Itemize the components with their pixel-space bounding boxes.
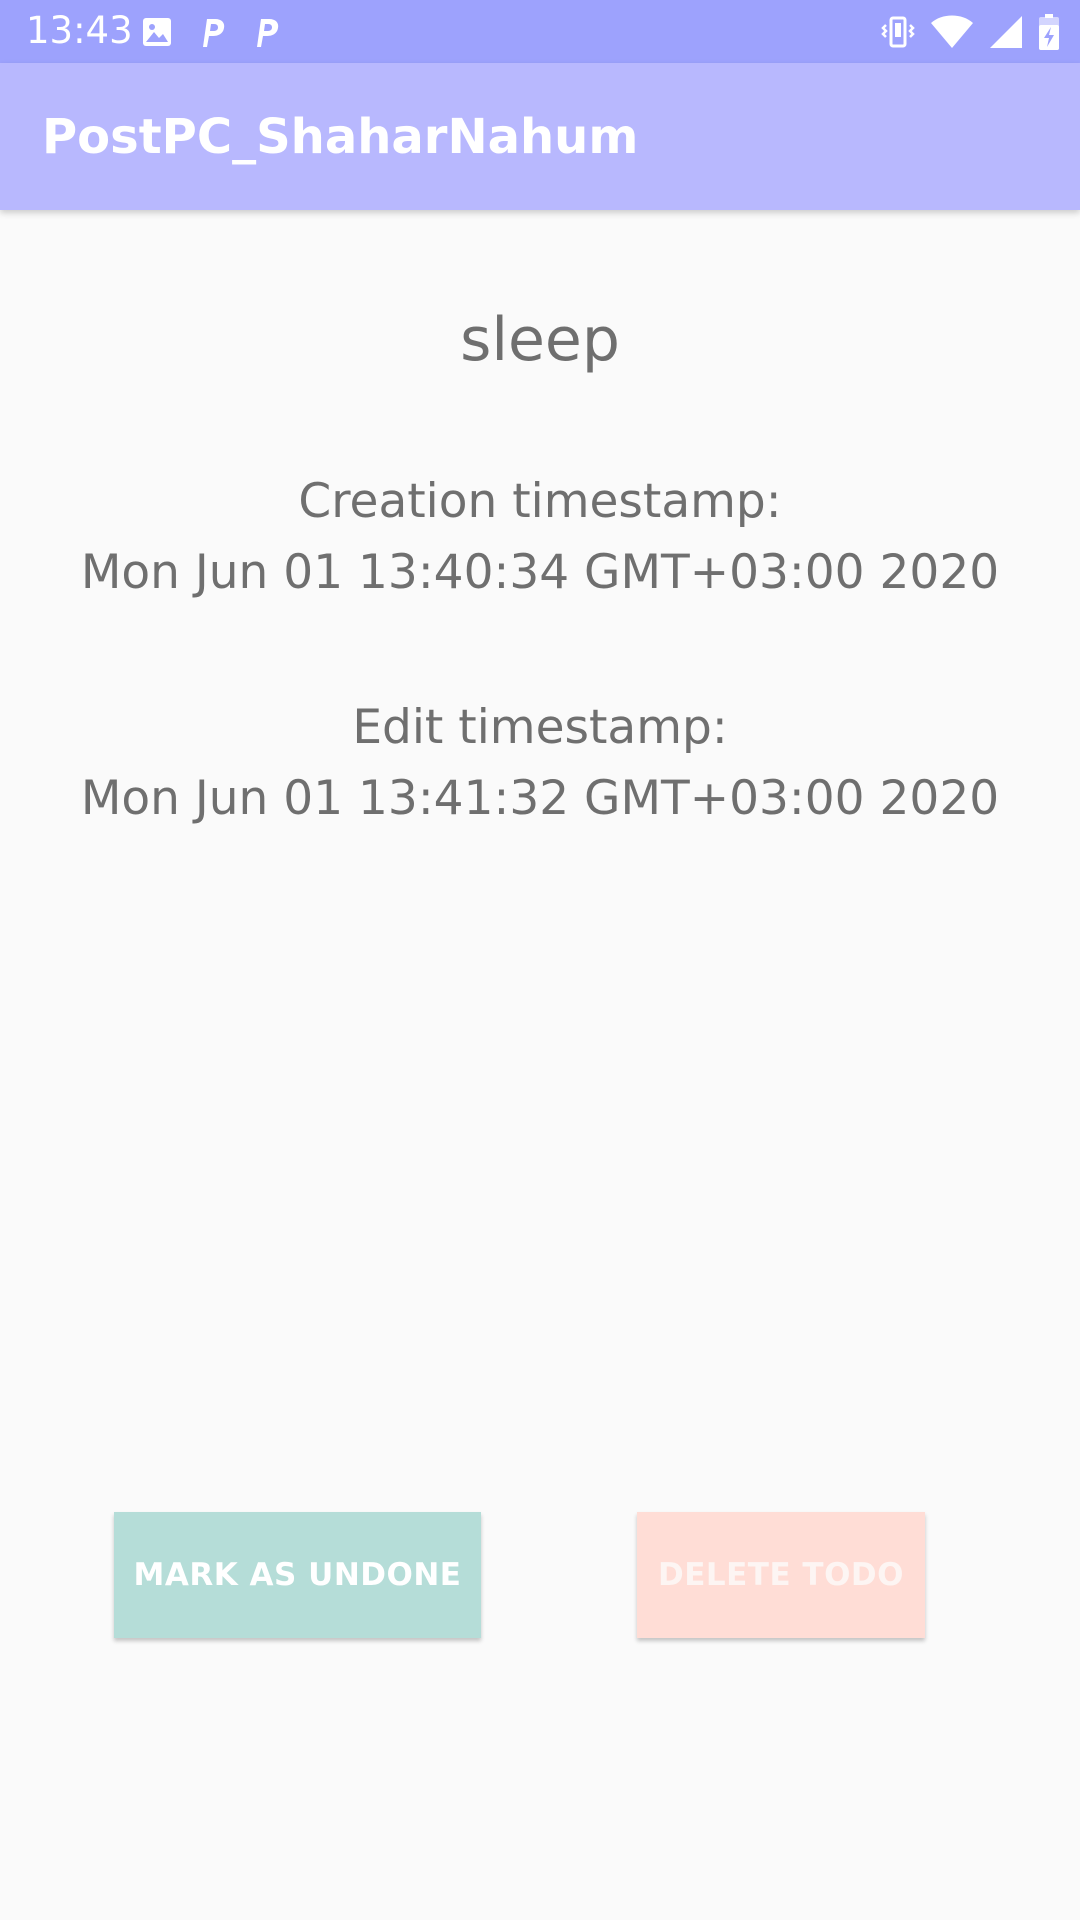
mark-as-undone-button[interactable]: MARK AS UNDONE: [114, 1512, 481, 1638]
parking-p-icon: [203, 18, 225, 47]
edit-timestamp: Edit timestamp: Mon Jun 01 13:41:32 GMT+…: [0, 692, 1080, 834]
edit-timestamp-label: Edit timestamp:: [352, 700, 728, 755]
creation-timestamp-value: Mon Jun 01 13:40:34 GMT+03:00 2020: [80, 545, 1000, 600]
cell-signal-icon: [990, 16, 1022, 48]
vibrate-icon: [881, 16, 915, 48]
status-time: 13:43: [26, 9, 133, 52]
creation-timestamp-label: Creation timestamp:: [298, 474, 782, 529]
status-bar: 13:43: [0, 0, 1080, 63]
wifi-icon: [931, 15, 973, 48]
system-icons: [880, 12, 1060, 52]
parking-p-icon: [257, 18, 279, 47]
delete-todo-button[interactable]: DELETE TODO: [637, 1512, 925, 1638]
edit-timestamp-value: Mon Jun 01 13:41:32 GMT+03:00 2020: [80, 771, 1000, 826]
battery-charging-icon: [1039, 14, 1059, 50]
notification-icons: [141, 13, 281, 50]
creation-timestamp: Creation timestamp: Mon Jun 01 13:40:34 …: [0, 466, 1080, 608]
app-bar: PostPC_ShaharNahum: [0, 63, 1080, 210]
todo-title: sleep: [460, 305, 620, 375]
app-title: PostPC_ShaharNahum: [42, 109, 639, 165]
image-icon: [143, 17, 171, 46]
